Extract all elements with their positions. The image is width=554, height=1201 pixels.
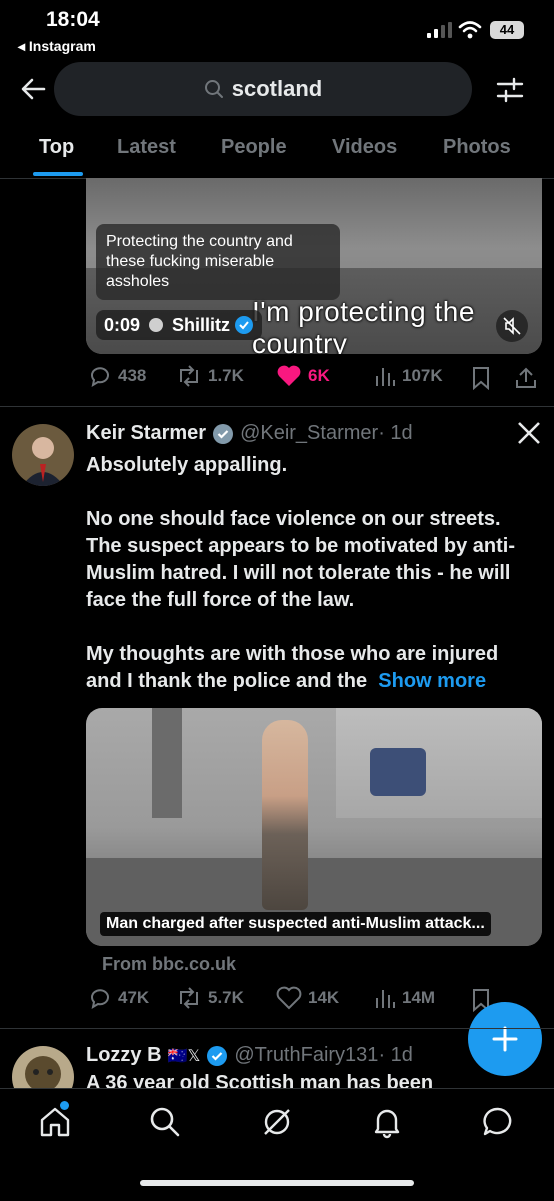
post-paragraph-2: No one should face violence on our stree… bbox=[86, 508, 515, 611]
battery-indicator: 44 bbox=[490, 21, 524, 39]
filter-settings-icon[interactable] bbox=[494, 74, 526, 106]
search-header: scotland bbox=[0, 60, 554, 120]
repost-button[interactable]: 5.7K bbox=[176, 986, 244, 1010]
post1-actions: 438 1.7K 6K 107K bbox=[86, 364, 542, 394]
card-title: Man charged after suspected anti-Muslim … bbox=[100, 912, 491, 936]
views-button[interactable]: 14M bbox=[374, 986, 435, 1010]
card-image-building bbox=[336, 708, 542, 818]
reply-icon bbox=[91, 367, 109, 388]
author-name[interactable]: Keir Starmer bbox=[86, 422, 206, 445]
notification-dot bbox=[60, 1101, 69, 1110]
card-source[interactable]: From bbc.co.uk bbox=[102, 954, 236, 975]
post2-actions: 47K 5.7K 14K 14M bbox=[86, 986, 542, 1016]
speaker-muted-icon bbox=[503, 317, 521, 335]
search-tabs: Top Latest People Videos Photos bbox=[0, 128, 554, 179]
heart-filled-icon bbox=[277, 365, 301, 386]
repost-icon bbox=[180, 987, 198, 1009]
card-image-person bbox=[262, 720, 308, 910]
messages-icon[interactable] bbox=[481, 1105, 515, 1139]
search-icon[interactable] bbox=[148, 1105, 182, 1139]
like-count: 6K bbox=[308, 366, 330, 385]
post-divider bbox=[0, 1028, 554, 1029]
show-more-link[interactable]: Show more bbox=[378, 670, 486, 692]
post-divider bbox=[0, 406, 554, 407]
views-button[interactable]: 107K bbox=[374, 364, 443, 388]
tab-photos[interactable]: Photos bbox=[443, 136, 511, 159]
post-video[interactable]: Protecting the country and these fucking… bbox=[86, 178, 542, 354]
card-image-tree bbox=[152, 708, 182, 818]
reply-icon bbox=[91, 989, 109, 1010]
tab-videos[interactable]: Videos bbox=[332, 136, 397, 159]
share-icon[interactable] bbox=[514, 366, 538, 390]
author-handle[interactable]: @Keir_Starmer bbox=[240, 422, 378, 445]
post-age: · 1d bbox=[378, 1044, 413, 1066]
search-input[interactable]: scotland bbox=[54, 62, 472, 116]
post-paragraph-3: My thoughts are with those who are injur… bbox=[86, 641, 536, 695]
video-duration: 0:09 bbox=[104, 314, 141, 335]
back-arrow-icon[interactable] bbox=[18, 74, 48, 104]
like-count: 14K bbox=[308, 988, 340, 1007]
post3-header: Lozzy B 🇦🇺𝕏 @TruthFairy131 · 1d bbox=[86, 1044, 413, 1067]
card-image-car bbox=[370, 748, 426, 796]
mute-button[interactable] bbox=[496, 310, 528, 342]
home-icon[interactable] bbox=[38, 1105, 72, 1139]
clock: 18:04 bbox=[46, 8, 100, 31]
author-flags: 🇦🇺𝕏 bbox=[167, 1047, 201, 1065]
home-indicator bbox=[140, 1180, 414, 1186]
like-button[interactable]: 14K bbox=[276, 986, 339, 1010]
status-bar: 18:04 ◂ Instagram 44 bbox=[0, 0, 554, 58]
tab-top[interactable]: Top bbox=[39, 136, 74, 159]
views-chart-icon bbox=[376, 368, 395, 386]
views-count: 14M bbox=[402, 988, 436, 1007]
notifications-bell-icon[interactable] bbox=[370, 1105, 404, 1139]
author-avatar-icon bbox=[149, 318, 164, 332]
compose-post-button[interactable] bbox=[468, 1002, 542, 1076]
views-count: 107K bbox=[402, 366, 443, 385]
avatar-keir-starmer[interactable] bbox=[12, 424, 74, 486]
repost-count: 5.7K bbox=[208, 988, 244, 1007]
tab-latest[interactable]: Latest bbox=[117, 136, 176, 159]
plus-icon bbox=[492, 1026, 518, 1052]
repost-button[interactable]: 1.7K bbox=[176, 364, 244, 388]
views-chart-icon bbox=[376, 990, 395, 1008]
reply-button[interactable]: 438 bbox=[88, 364, 146, 388]
post-age: · 1d bbox=[378, 422, 413, 444]
repost-count: 1.7K bbox=[208, 366, 244, 385]
post-line-1: Absolutely appalling. bbox=[86, 454, 288, 476]
search-query: scotland bbox=[231, 76, 323, 101]
grok-icon[interactable] bbox=[260, 1105, 294, 1139]
active-tab-indicator bbox=[33, 172, 83, 176]
bookmark-icon[interactable] bbox=[470, 366, 492, 390]
video-caption: Protecting the country and these fucking… bbox=[96, 224, 340, 300]
post2-header: Keir Starmer @Keir_Starmer · 1d bbox=[86, 422, 413, 445]
tab-people[interactable]: People bbox=[221, 136, 287, 159]
wifi-icon bbox=[458, 21, 482, 39]
link-card[interactable]: Man charged after suspected anti-Muslim … bbox=[86, 708, 542, 946]
repost-icon bbox=[180, 365, 198, 387]
cellular-signal-icon bbox=[427, 22, 452, 38]
search-icon bbox=[204, 80, 223, 98]
post2-text: Absolutely appalling. No one should face… bbox=[86, 452, 536, 695]
like-button[interactable]: 6K bbox=[276, 364, 330, 388]
verified-badge-icon bbox=[235, 316, 254, 334]
video-duration-pill: 0:09 Shillitz bbox=[96, 310, 263, 340]
back-to-instagram-link[interactable]: ◂ Instagram bbox=[18, 38, 96, 55]
author-handle[interactable]: @TruthFairy131 bbox=[234, 1044, 378, 1067]
author-name[interactable]: Lozzy B bbox=[86, 1044, 162, 1067]
verified-badge-icon bbox=[207, 1045, 228, 1066]
reply-count: 47K bbox=[118, 988, 150, 1007]
heart-outline-icon bbox=[276, 986, 302, 1010]
verified-badge-icon bbox=[213, 423, 234, 444]
reply-count: 438 bbox=[118, 366, 147, 385]
avatar-image bbox=[12, 424, 74, 486]
x-logo-icon bbox=[518, 422, 540, 444]
reply-button[interactable]: 47K bbox=[88, 986, 149, 1010]
video-author: Shillitz bbox=[172, 314, 231, 335]
